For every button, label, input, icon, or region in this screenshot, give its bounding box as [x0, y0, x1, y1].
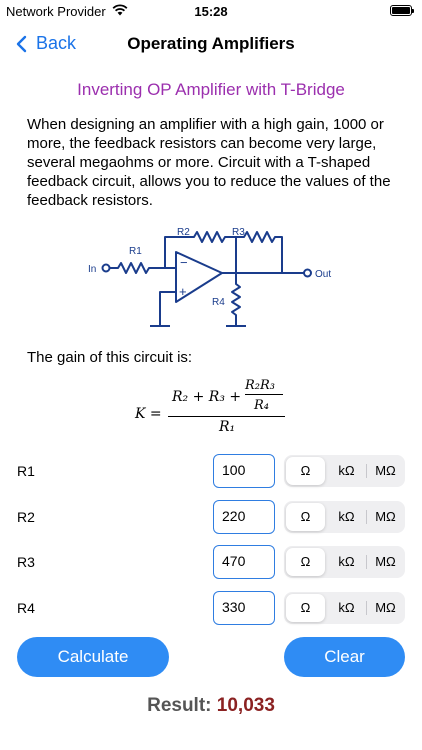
r1-unit-selector: Ω kΩ MΩ [284, 455, 405, 487]
r2-label: R2 [177, 227, 190, 238]
resistor-row-r2: R2 220 Ω kΩ MΩ [0, 500, 422, 536]
calculate-button[interactable]: Calculate [17, 637, 169, 677]
formula-fraction-line [168, 416, 285, 417]
resistor-row-r1: R1 100 Ω kΩ MΩ [0, 454, 422, 490]
minus-sign: − [180, 255, 188, 270]
r4-unit-selector: Ω kΩ MΩ [284, 592, 405, 624]
formula-inner-denominator: R₄ [254, 398, 269, 413]
formula-k: K = [135, 406, 162, 422]
clear-button[interactable]: Clear [284, 637, 405, 677]
resistor-label: R4 [17, 600, 35, 616]
r3-value-input[interactable]: 470 [213, 545, 275, 579]
unit-kohm-option[interactable]: kΩ [327, 548, 366, 576]
unit-mohm-option[interactable]: MΩ [366, 594, 405, 622]
resistor-label: R2 [17, 509, 35, 525]
r2-unit-selector: Ω kΩ MΩ [284, 501, 405, 533]
r3-unit-selector: Ω kΩ MΩ [284, 546, 405, 578]
resistor-row-r4: R4 330 Ω kΩ MΩ [0, 591, 422, 627]
page-title: Inverting OP Amplifier with T-Bridge [77, 80, 345, 99]
unit-ohm-option[interactable]: Ω [286, 503, 325, 531]
result-value: 10,033 [216, 695, 275, 716]
formula-denominator: R₁ [219, 419, 236, 435]
unit-ohm-option[interactable]: Ω [286, 457, 325, 485]
resistor-label: R1 [17, 463, 35, 479]
formula-inner-fraction-line [245, 394, 283, 395]
in-label: In [88, 264, 96, 275]
formula-inner-numerator: R₂R₃ [245, 378, 275, 393]
r4-value-input[interactable]: 330 [213, 591, 275, 625]
gain-label: The gain of this circuit is: [27, 349, 193, 366]
unit-kohm-option[interactable]: kΩ [327, 503, 366, 531]
unit-kohm-option[interactable]: kΩ [327, 594, 366, 622]
description-text: When designing an amplifier with a high … [27, 116, 391, 209]
r1-label: R1 [129, 246, 142, 257]
r2-value-input[interactable]: 220 [213, 500, 275, 534]
resistor-row-r3: R3 470 Ω kΩ MΩ [0, 545, 422, 581]
r3-label: R3 [232, 227, 245, 238]
unit-mohm-option[interactable]: MΩ [366, 548, 405, 576]
r4-label: R4 [212, 297, 225, 308]
unit-mohm-option[interactable]: MΩ [366, 457, 405, 485]
navigation-bar: Back Operating Amplifiers [0, 24, 422, 64]
plus-sign: + [179, 284, 187, 299]
result-display: Result: 10,033 [0, 695, 422, 717]
nav-title: Operating Amplifiers [127, 34, 295, 53]
circuit-diagram: In R1 R2 R3 R4 Out − + [88, 227, 331, 327]
r1-value-input[interactable]: 100 [213, 454, 275, 488]
unit-ohm-option[interactable]: Ω [286, 594, 325, 622]
unit-kohm-option[interactable]: kΩ [327, 457, 366, 485]
result-label: Result: [147, 695, 212, 716]
unit-mohm-option[interactable]: MΩ [366, 503, 405, 531]
gain-formula: K = R₂ + R₃ + R₂R₃ R₄ R₁ [130, 374, 300, 444]
resistor-label: R3 [17, 554, 35, 570]
unit-ohm-option[interactable]: Ω [286, 548, 325, 576]
out-label: Out [315, 269, 331, 280]
status-bar: Network Provider 15:28 [0, 0, 422, 22]
status-time: 15:28 [194, 4, 228, 19]
formula-numerator: R₂ + R₃ + [172, 389, 242, 405]
battery-icon [390, 5, 414, 16]
